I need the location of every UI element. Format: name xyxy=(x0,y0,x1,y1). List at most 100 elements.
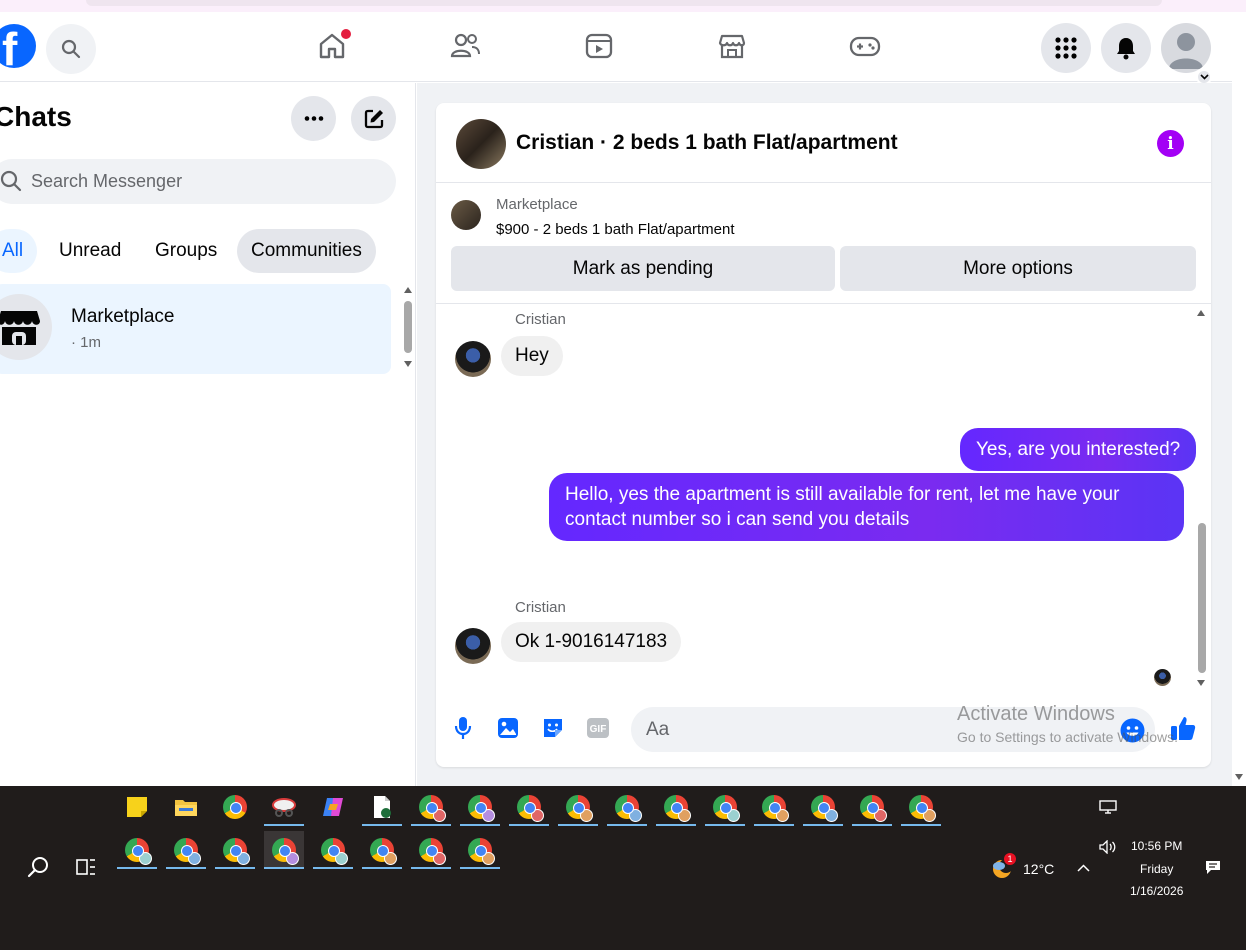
video-icon xyxy=(585,33,613,59)
filter-groups[interactable]: Groups xyxy=(141,229,231,273)
task-view-icon xyxy=(76,859,95,875)
search-messenger-input[interactable] xyxy=(31,159,371,204)
sender-avatar[interactable] xyxy=(455,341,491,377)
taskbar-chrome-profile[interactable] xyxy=(754,788,794,826)
document-icon xyxy=(374,796,391,818)
conversation-scroll-thumb[interactable] xyxy=(1198,523,1206,673)
attach-photo-button[interactable] xyxy=(494,714,522,742)
clock-day[interactable]: Friday xyxy=(1140,862,1173,876)
gif-label: GIF xyxy=(590,724,607,735)
menu-button[interactable] xyxy=(1041,23,1091,73)
nav-tab-video[interactable] xyxy=(581,28,617,64)
sender-avatar[interactable] xyxy=(455,628,491,664)
taskbar-chrome-profile[interactable] xyxy=(656,788,696,826)
chrome-profile-icon xyxy=(860,795,887,822)
message-bubble-outgoing[interactable]: Yes, are you interested? xyxy=(960,428,1197,471)
mark-as-pending-button[interactable]: Mark as pending xyxy=(451,246,835,291)
message-bubble-incoming[interactable]: Hey xyxy=(501,336,563,376)
taskbar-chrome-profile[interactable] xyxy=(460,788,500,826)
taskbar-open-indicator xyxy=(362,824,402,826)
clock-date[interactable]: 1/16/2026 xyxy=(1130,884,1183,898)
facebook-top-nav: f xyxy=(0,12,1232,85)
chevron-up-icon[interactable] xyxy=(1077,864,1090,872)
taskbar-chrome-profile[interactable] xyxy=(852,788,892,826)
listing-price-title[interactable]: $900 - 2 beds 1 bath Flat/apartment xyxy=(496,221,734,238)
taskbar-open-indicator xyxy=(852,824,892,826)
info-icon[interactable]: i xyxy=(1157,130,1184,157)
notifications-button[interactable] xyxy=(1101,23,1151,73)
desktop-display-icon[interactable] xyxy=(1099,800,1117,814)
nav-tab-marketplace[interactable] xyxy=(714,28,750,64)
taskbar-chrome-profile[interactable] xyxy=(362,831,402,869)
profile-avatar[interactable] xyxy=(1161,23,1211,73)
taskbar-chrome-profile[interactable] xyxy=(411,831,451,869)
conversation-scrollbar[interactable] xyxy=(1196,308,1208,688)
taskbar-app-snip[interactable] xyxy=(264,788,304,826)
friends-icon xyxy=(450,33,480,58)
chrome-profile-icon xyxy=(468,838,495,865)
voice-clip-button[interactable] xyxy=(449,714,477,742)
marketplace-listing-bar: Marketplace $900 - 2 beds 1 bath Flat/ap… xyxy=(436,184,1211,304)
taskbar-open-indicator xyxy=(901,824,941,826)
filter-all[interactable]: All xyxy=(0,229,38,273)
taskbar-chrome-profile[interactable] xyxy=(901,788,941,826)
gif-button[interactable]: GIF xyxy=(584,714,612,742)
taskbar-chrome-profile[interactable] xyxy=(411,788,451,826)
filter-communities[interactable]: Communities xyxy=(237,229,376,273)
conversation-title[interactable]: Cristian · 2 beds 1 bath Flat/apartment xyxy=(516,131,898,155)
listing-avatar[interactable] xyxy=(456,119,506,169)
sticker-button[interactable] xyxy=(539,714,567,742)
gaming-icon xyxy=(849,36,881,57)
taskbar-open-indicator xyxy=(215,867,255,869)
nav-tab-gaming[interactable] xyxy=(847,28,883,64)
taskbar-search[interactable] xyxy=(18,848,58,886)
search-messenger-box[interactable] xyxy=(0,159,396,204)
search-icon xyxy=(61,39,81,59)
nav-tab-friends[interactable] xyxy=(447,28,483,64)
taskbar-chrome-profile[interactable] xyxy=(705,788,745,826)
filter-unread[interactable]: Unread xyxy=(45,229,135,273)
chat-item-marketplace[interactable]: Marketplace · 1m xyxy=(0,284,391,374)
weather-temperature[interactable]: 12°C xyxy=(1023,861,1054,877)
clock-time[interactable]: 10:56 PM xyxy=(1131,839,1182,853)
taskbar-chrome-profile[interactable] xyxy=(803,788,843,826)
taskbar-document-app[interactable] xyxy=(362,788,402,826)
taskbar-task-view[interactable] xyxy=(66,848,106,886)
new-message-button[interactable] xyxy=(351,96,396,141)
bell-icon xyxy=(1117,38,1135,60)
chrome-icon xyxy=(223,795,247,819)
taskbar-chrome-profile[interactable] xyxy=(558,788,598,826)
volume-icon[interactable] xyxy=(1099,840,1117,854)
message-bubble-incoming[interactable]: Ok 1-9016147183 xyxy=(501,622,682,662)
facebook-logo[interactable]: f xyxy=(0,24,36,74)
taskbar-open-indicator xyxy=(411,867,451,869)
more-options-button[interactable]: More options xyxy=(840,246,1196,291)
taskbar-chrome-profile[interactable] xyxy=(509,788,549,826)
taskbar-chrome-profile[interactable] xyxy=(607,788,647,826)
chats-options-button[interactable] xyxy=(291,96,336,141)
taskbar-file-explorer[interactable] xyxy=(166,788,206,826)
taskbar-open-indicator xyxy=(803,824,843,826)
snipping-tool-icon xyxy=(272,798,296,817)
listing-thumbnail[interactable] xyxy=(451,200,481,230)
scroll-up-icon xyxy=(404,287,412,293)
page-scrollbar[interactable] xyxy=(1232,12,1246,786)
taskbar-chrome-profile[interactable] xyxy=(460,831,500,869)
message-bubble-outgoing[interactable]: Hello, yes the apartment is still availa… xyxy=(549,473,1184,541)
taskbar-chrome-profile[interactable] xyxy=(166,831,206,869)
taskbar-sticky-notes[interactable] xyxy=(117,788,157,826)
taskbar-chrome-profile[interactable] xyxy=(313,831,353,869)
taskbar-copilot[interactable] xyxy=(313,788,353,826)
taskbar-open-indicator xyxy=(558,824,598,826)
taskbar-chrome-profile-active[interactable] xyxy=(264,831,304,869)
taskbar-chrome[interactable] xyxy=(215,788,255,826)
message-sender: Cristian xyxy=(515,599,566,616)
taskbar-chrome-profile[interactable] xyxy=(215,831,255,869)
chat-list-scroll-thumb[interactable] xyxy=(404,301,412,353)
notification-center-icon[interactable] xyxy=(1205,860,1221,875)
search-button[interactable] xyxy=(46,24,96,74)
weather-widget[interactable]: 1 xyxy=(990,853,1016,880)
taskbar-chrome-profile[interactable] xyxy=(117,831,157,869)
chat-list-scrollbar[interactable] xyxy=(403,287,413,367)
more-horizontal-icon xyxy=(304,116,323,121)
